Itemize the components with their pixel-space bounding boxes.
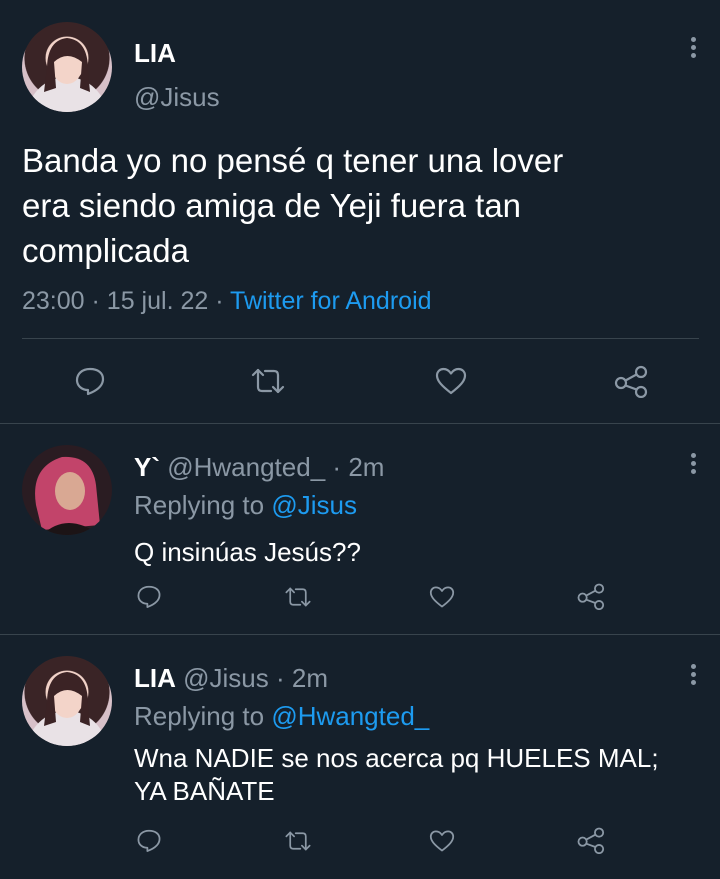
share-icon[interactable] (612, 364, 648, 398)
meta-separator: · (215, 287, 224, 315)
retweet-icon[interactable] (284, 829, 312, 853)
tweet-text-line: Banda yo no pensé q tener una lover (22, 142, 564, 179)
replying-to-handle[interactable]: @Hwangted_ (271, 701, 429, 731)
avatar[interactable] (22, 22, 112, 112)
share-icon[interactable] (575, 582, 605, 610)
author-name[interactable]: Y` (134, 452, 160, 482)
replying-to: Replying to @Jisus (134, 490, 357, 521)
more-options-icon[interactable] (689, 37, 697, 61)
tweet-text-line: era siendo amiga de Yeji fuera tan (22, 187, 522, 224)
avatar[interactable] (22, 656, 112, 746)
like-icon[interactable] (428, 829, 456, 853)
tweet-meta: 23:00 · 15 jul. 22 · Twitter for Android (22, 287, 432, 316)
replying-to: Replying to @Hwangted_ (134, 701, 429, 732)
reply-icon[interactable] (136, 584, 162, 609)
replying-to-label: Replying to (134, 701, 265, 731)
reply-header: LIA @Jisus · 2m (134, 663, 328, 694)
divider (0, 634, 720, 635)
replying-to-label: Replying to (134, 490, 265, 520)
retweet-icon[interactable] (284, 585, 312, 609)
reply-icon[interactable] (74, 366, 106, 396)
reply-age: 2m (291, 663, 329, 693)
like-icon[interactable] (434, 366, 468, 396)
tweet-text-line: complicada (22, 232, 189, 269)
share-icon[interactable] (575, 826, 605, 854)
meta-separator: · (276, 663, 285, 693)
author-handle[interactable]: @Hwangted_ (167, 452, 325, 482)
author-name[interactable]: LIA (134, 38, 176, 69)
retweet-icon[interactable] (250, 366, 286, 396)
reply-icon[interactable] (136, 828, 162, 853)
replying-to-handle[interactable]: @Jisus (271, 490, 357, 520)
author-handle[interactable]: @Jisus (134, 82, 220, 113)
meta-separator: · (91, 287, 100, 315)
avatar[interactable] (22, 445, 112, 535)
reply-header: Y` @Hwangted_ · 2m (134, 452, 384, 483)
meta-separator: · (332, 452, 342, 482)
author-name[interactable]: LIA (134, 663, 176, 693)
reply-text-line: Wna NADIE se nos acerca pq HUELES MAL; (134, 743, 659, 773)
divider (22, 338, 699, 339)
tweet-time[interactable]: 23:00 (22, 287, 85, 315)
more-options-icon[interactable] (689, 664, 697, 688)
tweet-client-link[interactable]: Twitter for Android (230, 287, 431, 315)
reply-text-line: Q insinúas Jesús?? (134, 537, 361, 567)
author-handle[interactable]: @Jisus (183, 663, 269, 693)
like-icon[interactable] (428, 585, 456, 609)
reply-age: 2m (348, 452, 385, 482)
reply-text-line: YA BAÑATE (134, 776, 275, 806)
tweet-date[interactable]: 15 jul. 22 (107, 287, 208, 315)
more-options-icon[interactable] (689, 453, 697, 477)
divider (0, 423, 720, 424)
